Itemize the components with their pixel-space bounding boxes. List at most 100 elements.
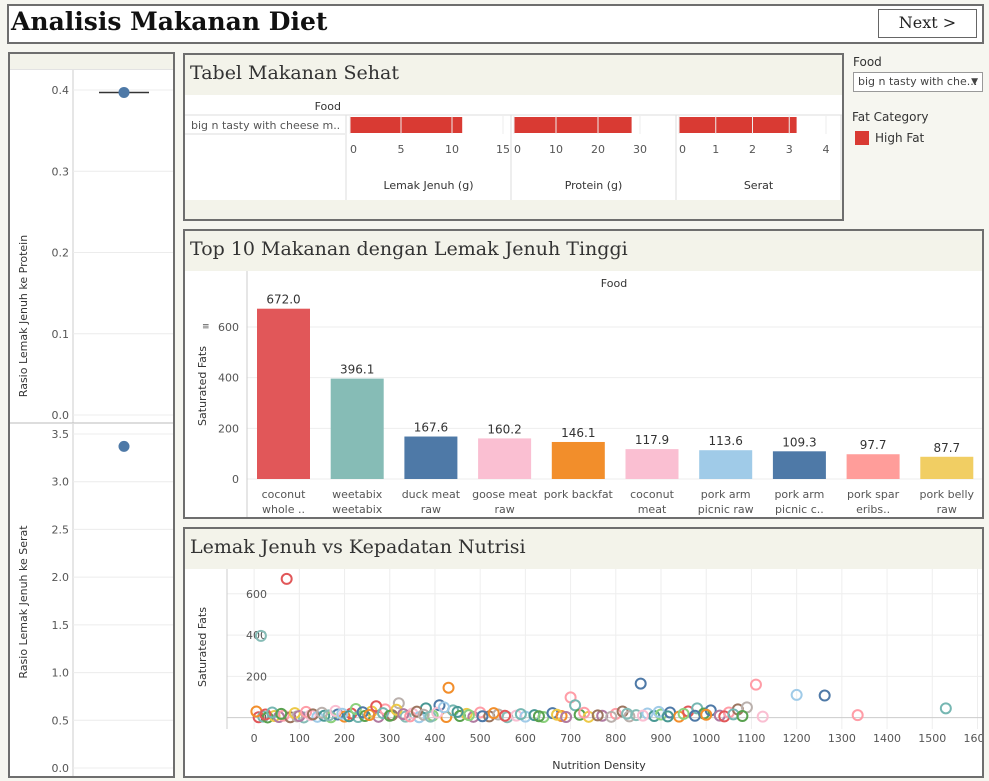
bar-category-label: pork spar [847, 488, 900, 501]
bar-y-tick-label: 0 [232, 473, 239, 486]
scatter-x-tick-label: 500 [470, 732, 491, 745]
scatter-x-tick-label: 1000 [692, 732, 720, 745]
bar-category-label: pork arm [701, 488, 751, 501]
scatter-point[interactable] [442, 681, 455, 694]
left-top-axis-title: Rasio Lemak Jenuh ke Protein [17, 235, 30, 397]
food-filter-dropdown[interactable]: big n tasty with che... ▼ [853, 72, 983, 92]
left-bottom-tick-label: 2.0 [52, 571, 70, 584]
bar-value-label: 167.6 [414, 421, 448, 435]
left-bottom-tick-label: 1.5 [52, 619, 70, 632]
bar-category-label: pork arm [774, 488, 824, 501]
bar-category-label: raw [937, 503, 957, 516]
scatter-point[interactable] [392, 697, 405, 710]
table-tick-label: 0 [350, 143, 357, 156]
bar-value-label: 117.9 [635, 433, 669, 447]
table-tick-label: 1 [712, 143, 719, 156]
scatter-y-tick-label: 600 [246, 588, 267, 601]
bar-category-label: duck meat [402, 488, 461, 501]
scatter-point[interactable] [756, 710, 769, 723]
scatter-y-axis-title: Saturated Fats [196, 607, 209, 687]
left-bottom-tick-label: 0.5 [52, 714, 70, 727]
table-column-label: Protein (g) [565, 179, 623, 192]
scatter-title: Lemak Jenuh vs Kepadatan Nutrisi [185, 529, 982, 569]
bar[interactable] [257, 308, 310, 479]
table-row-header: Food [315, 100, 341, 113]
scatter-x-tick-label: 600 [515, 732, 536, 745]
scatter-point[interactable] [818, 689, 831, 702]
scatter-point[interactable] [939, 702, 952, 715]
table-tick-label: 20 [591, 143, 605, 156]
ratio-panel-header [10, 54, 173, 70]
bar-category-label: weetabix [332, 488, 383, 501]
bar[interactable] [625, 449, 679, 479]
table-tick-label: 0 [514, 143, 521, 156]
bar-y-tick-label: 600 [218, 321, 239, 334]
bar-category-label: goose meat [472, 488, 538, 501]
left-bottom-point[interactable] [118, 440, 130, 452]
scatter-point[interactable] [569, 699, 582, 712]
left-bottom-tick-label: 3.0 [52, 476, 70, 489]
scatter-y-tick-label: 200 [246, 670, 267, 683]
bar-chart-panel: Top 10 Makanan dengan Lemak Jenuh Tinggi… [183, 229, 984, 519]
sort-icon[interactable]: ≡ [202, 322, 210, 332]
left-top-tick-label: 0.4 [52, 84, 70, 97]
scatter-point[interactable] [851, 709, 864, 722]
bar-value-label: 146.1 [561, 426, 595, 440]
chevron-down-icon: ▼ [971, 77, 978, 87]
table-title: Tabel Makanan Sehat [185, 55, 842, 95]
next-button[interactable]: Next > [878, 9, 977, 38]
legend-swatch [855, 131, 869, 145]
healthy-food-table: Foodbig n tasty with cheese m..0 5 10 15Lem… [185, 95, 842, 200]
left-top-tick-label: 0.0 [52, 409, 70, 422]
bar-category-label: weetabix [332, 503, 383, 516]
bar-value-label: 87.7 [933, 441, 960, 455]
bar[interactable] [478, 438, 532, 479]
food-filter-label: Food [853, 55, 882, 69]
left-bottom-tick-label: 1.0 [52, 667, 70, 680]
bar-value-label: 396.1 [340, 363, 374, 377]
legend-item-high-fat[interactable]: High Fat [855, 130, 924, 146]
scatter-x-tick-label: 1300 [828, 732, 856, 745]
scatter-x-tick-label: 1600 [963, 732, 982, 745]
bar[interactable] [404, 436, 458, 479]
scatter-x-tick-label: 1500 [918, 732, 946, 745]
scatter-chart: 0 100 200 300 400 500 600 700 800 900 1000 1100 1200… [196, 569, 982, 772]
bar-category-label: coconut [262, 488, 306, 501]
left-top-tick-label: 0.2 [52, 247, 70, 260]
scatter-x-tick-label: 100 [289, 732, 310, 745]
table-tick-label: 10 [549, 143, 563, 156]
page-title: Analisis Makanan Diet [11, 7, 328, 36]
table-bar-2[interactable] [679, 117, 797, 133]
table-bar-0[interactable] [350, 117, 463, 133]
bar-value-label: 113.6 [709, 434, 743, 448]
bar[interactable] [846, 454, 900, 479]
bar[interactable] [551, 441, 605, 479]
table-bar-1[interactable] [514, 117, 632, 133]
bar[interactable] [920, 456, 974, 479]
table-tick-label: 2 [749, 143, 756, 156]
food-filter-value: big n tasty with che... [858, 75, 978, 88]
bar-chart-title: Top 10 Makanan dengan Lemak Jenuh Tinggi [185, 231, 982, 271]
bar-y-tick-label: 400 [218, 372, 239, 385]
left-bottom-tick-label: 3.5 [52, 428, 70, 441]
bar-category-label: pork backfat [544, 488, 614, 501]
scatter-point[interactable] [280, 572, 293, 585]
scatter-x-tick-label: 700 [560, 732, 581, 745]
table-row-label[interactable]: big n tasty with cheese m.. [191, 119, 340, 132]
bar-category-label: whole .. [262, 503, 305, 516]
bar[interactable] [772, 451, 826, 479]
scatter-x-tick-label: 900 [651, 732, 672, 745]
bar[interactable] [699, 450, 753, 479]
left-top-point[interactable] [118, 86, 130, 98]
bar-category-label: coconut [630, 488, 674, 501]
bar[interactable] [330, 378, 384, 479]
scatter-panel: Lemak Jenuh vs Kepadatan Nutrisi 0 100 200… [183, 527, 984, 778]
left-bottom-tick-label: 2.5 [52, 523, 70, 536]
ratio-panel: 0.4 0.3 0.2 0.1 0.0 Rasio Lemak Jenuh ke Prot… [8, 52, 175, 778]
bar-category-label: raw [494, 503, 514, 516]
table-panel: Tabel Makanan Sehat Food big n tasty with… [183, 53, 844, 221]
scatter-point[interactable] [634, 677, 647, 690]
left-top-tick-label: 0.3 [52, 165, 70, 178]
scatter-point[interactable] [749, 678, 762, 691]
table-tick-label: 30 [633, 143, 647, 156]
